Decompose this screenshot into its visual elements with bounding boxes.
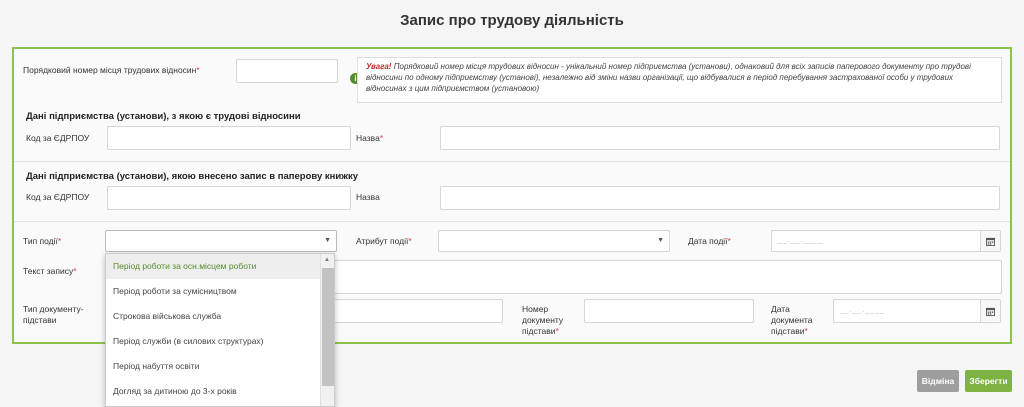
scrollbar-thumb[interactable] — [322, 268, 334, 386]
section1-title: Дані підприємства (установи), з якою є т… — [26, 111, 301, 122]
doc-date-label: Дата документа підстави* — [771, 304, 813, 336]
calendar-icon[interactable] — [980, 300, 1000, 322]
section2-title: Дані підприємства (установи), якою внесе… — [26, 171, 359, 182]
dropdown-option[interactable]: Період набуття освіти — [106, 354, 322, 379]
dropdown-option[interactable]: Догляд за дитиною до 3-х років — [106, 379, 322, 404]
section2-name-input[interactable] — [440, 186, 1000, 210]
record-text-label: Текст запису* — [23, 266, 77, 276]
section1-name-input[interactable] — [440, 126, 1000, 150]
event-type-label: Тип події* — [23, 236, 62, 246]
chevron-up-icon[interactable]: ▲ — [324, 257, 330, 263]
section2-code-label: Код за ЄДРПОУ — [26, 192, 90, 202]
doc-date-input[interactable]: __.__.____ — [833, 299, 1001, 323]
event-date-input[interactable]: __.__.____ — [771, 230, 1001, 252]
event-attr-label: Атрибут події* — [356, 236, 412, 246]
event-type-dropdown: Період роботи за осн.місцем роботи Періо… — [105, 253, 335, 407]
section1-name-label: Назва* — [356, 133, 384, 143]
doc-number-label: Номер документу підстави* — [522, 304, 564, 336]
chevron-down-icon: ▼ — [324, 237, 331, 244]
dropdown-option[interactable]: Період служби (в силових структурах) — [106, 329, 322, 354]
event-type-select[interactable]: ▼ — [105, 230, 337, 252]
event-date-label: Дата події* — [688, 236, 731, 246]
divider — [14, 221, 1010, 222]
dropdown-option[interactable]: Період роботи за сумісництвом — [106, 279, 322, 304]
modal-title: Запис про трудову діяльність — [400, 12, 624, 29]
divider — [14, 161, 1010, 162]
section2-code-input[interactable] — [107, 186, 351, 210]
calendar-icon[interactable] — [980, 231, 1000, 251]
date-placeholder: __.__.____ — [778, 237, 824, 244]
modal-dialog: Запис про трудову діяльність Порядковий … — [0, 0, 1024, 407]
notice-box: Увага! Порядковий номер місця трудових в… — [357, 57, 1002, 103]
chevron-down-icon: ▼ — [657, 237, 664, 244]
order-number-input[interactable] — [236, 59, 338, 83]
doc-type-label: Тип документу-підстави — [23, 304, 84, 325]
order-number-label: Порядковий номер місця трудових відносин… — [23, 65, 200, 75]
doc-number-input[interactable] — [584, 299, 754, 323]
save-button[interactable]: Зберегти — [965, 370, 1012, 392]
event-attr-select[interactable]: ▼ — [438, 230, 670, 252]
cancel-button[interactable]: Відміна — [917, 370, 959, 392]
date-placeholder: __.__.____ — [840, 307, 886, 314]
dropdown-option[interactable]: Строкова військова служба — [106, 304, 322, 329]
dropdown-option[interactable]: Період роботи за осн.місцем роботи — [106, 254, 322, 279]
section1-code-label: Код за ЄДРПОУ — [26, 133, 90, 143]
dropdown-scrollbar[interactable]: ▲ — [320, 254, 334, 406]
section2-name-label: Назва — [356, 192, 380, 202]
section1-code-input[interactable] — [107, 126, 351, 150]
